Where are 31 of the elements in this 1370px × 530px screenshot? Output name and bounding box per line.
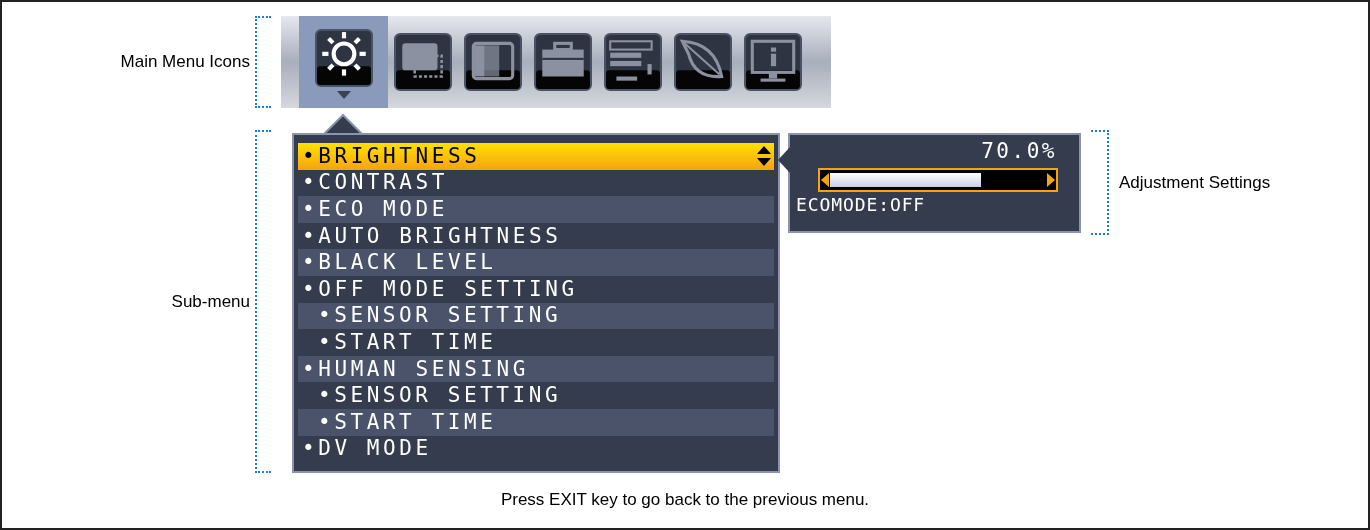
menu-item[interactable]: •BLACK LEVEL — [298, 249, 774, 276]
menu-item[interactable]: •BRIGHTNESS — [298, 143, 774, 170]
menu-icon[interactable] — [744, 33, 802, 91]
monitor-info-icon — [750, 39, 796, 82]
up-down-arrows-icon — [757, 145, 771, 168]
menu-icon[interactable] — [464, 33, 522, 91]
selected-icon-cell[interactable] — [299, 16, 388, 108]
right-arrow-icon — [1047, 173, 1055, 187]
callout-label: Adjustment Settings — [1119, 171, 1271, 194]
leaf-icon — [680, 39, 724, 79]
menu-icon[interactable] — [604, 33, 662, 91]
status-text: ECOMODE:OFF — [796, 196, 927, 214]
callout-label: Main Menu Icons — [120, 51, 250, 74]
contrast-panel-icon — [471, 41, 515, 81]
menu-item[interactable]: •ECO MODE — [298, 196, 774, 223]
left-arrow-icon — [821, 173, 829, 187]
menu-item[interactable]: •HUMAN SENSING — [298, 355, 774, 383]
menu-list-icon — [609, 40, 653, 81]
toolbox-icon — [542, 41, 584, 77]
screen-position-icon — [402, 43, 443, 78]
menu-icon[interactable] — [394, 33, 452, 91]
menu-icon[interactable] — [674, 33, 732, 91]
value-reading: 70.0% — [981, 141, 1057, 162]
sun-icon — [321, 32, 366, 76]
menu-icon[interactable] — [314, 29, 373, 87]
callout-label: Sub-menu — [171, 290, 250, 313]
footer-note: Press EXIT key to go back to the previous menu. — [500, 489, 870, 511]
caret-icon — [336, 91, 351, 99]
menu-icon[interactable] — [534, 33, 592, 91]
menu-item[interactable]: •START TIME — [298, 408, 774, 436]
menu-item[interactable]: •SENSOR SETTING — [298, 302, 774, 330]
